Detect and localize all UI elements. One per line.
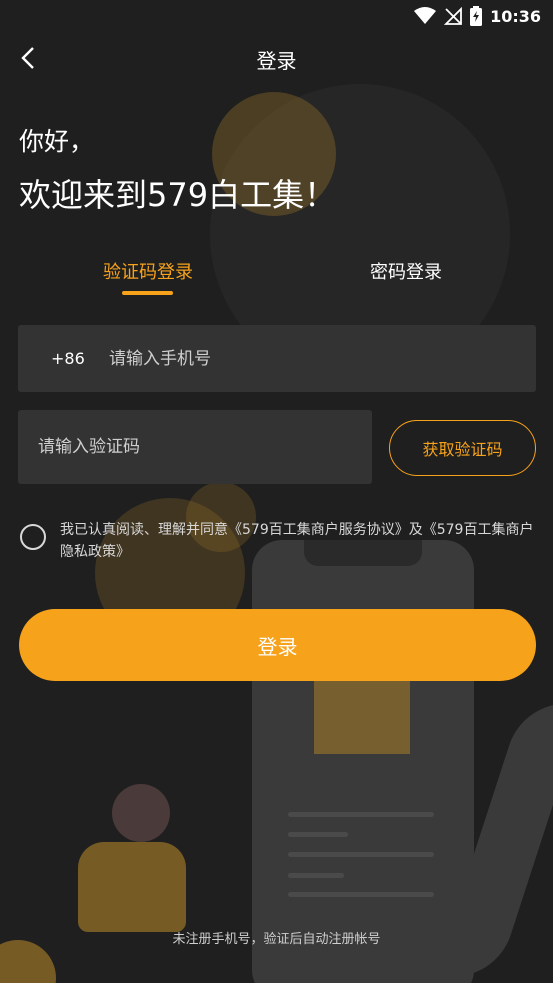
phone-field: +86 [18, 325, 536, 392]
battery-charging-icon [470, 6, 483, 26]
bg-logo-tile [314, 676, 410, 754]
phone-input[interactable] [109, 348, 489, 369]
status-bar: 10:36 [0, 0, 553, 32]
bg-person-body [78, 842, 186, 932]
bg-line [288, 812, 434, 817]
bg-person-head [112, 784, 170, 842]
status-time: 10:36 [490, 6, 541, 26]
login-button[interactable]: 登录 [19, 609, 536, 681]
bg-phone-illustration [252, 540, 474, 983]
bg-line [288, 832, 348, 837]
no-signal-icon [444, 7, 462, 25]
footer-note: 未注册手机号，验证后自动注册帐号 [172, 932, 381, 947]
agreement-text: 我已认真阅读、理解并同意《579百工集商户服务协议》及《579百工集商户隐私政策… [60, 519, 536, 563]
page-title: 登录 [256, 49, 297, 73]
agreement-checkbox[interactable] [20, 524, 46, 550]
agreement-row: 我已认真阅读、理解并同意《579百工集商户服务协议》及《579百工集商户隐私政策… [20, 519, 536, 563]
greeting-hello: 你好， [19, 127, 95, 156]
tab-sms-login[interactable]: 验证码登录 [94, 258, 202, 284]
wifi-icon [414, 7, 437, 24]
bg-line [288, 852, 434, 857]
bg-line [288, 892, 434, 897]
agreement-prefix: 我已认真阅读、理解并同意 [60, 522, 228, 538]
top-app-bar: 登录 [0, 32, 553, 84]
code-field [18, 410, 372, 484]
agreement-middle: 及 [408, 522, 423, 538]
verification-code-input[interactable] [38, 437, 358, 457]
get-code-button[interactable]: 获取验证码 [389, 420, 536, 476]
country-code-selector[interactable]: +86 [51, 349, 109, 368]
service-agreement-link[interactable]: 《579百工集商户服务协议》 [228, 522, 409, 538]
bg-line [288, 873, 344, 878]
tab-password-login[interactable]: 密码登录 [352, 258, 460, 284]
greeting-welcome: 欢迎来到579白工集！ [19, 176, 337, 214]
active-tab-indicator [122, 291, 173, 295]
